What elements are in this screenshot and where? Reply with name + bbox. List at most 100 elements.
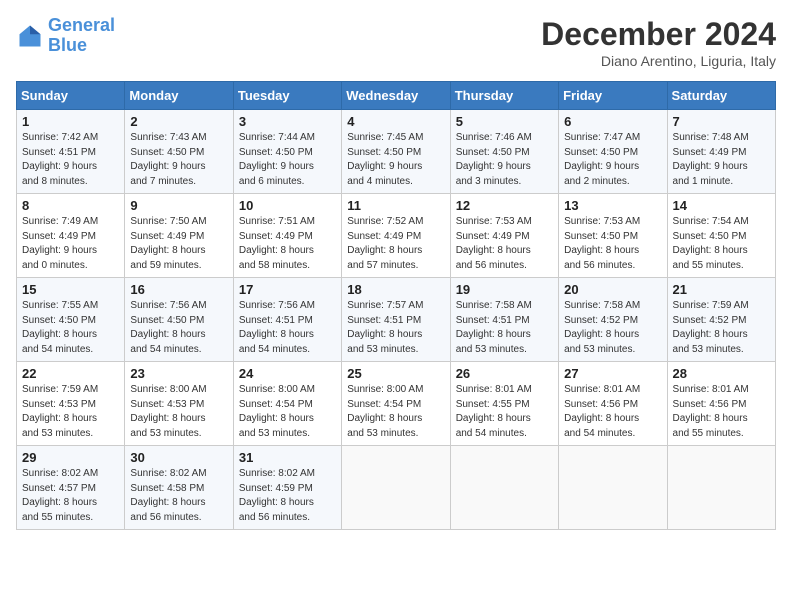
day-info: Sunrise: 8:00 AM Sunset: 4:54 PM Dayligh… [347, 383, 444, 441]
logo-text: General Blue [48, 16, 115, 56]
calendar-cell: 15 Sunrise: 7:55 AM Sunset: 4:50 PM Dayli… [17, 278, 125, 362]
day-info: Sunrise: 8:00 AM Sunset: 4:54 PM Dayligh… [239, 383, 336, 441]
day-info: Sunrise: 8:01 AM Sunset: 4:56 PM Dayligh… [673, 383, 770, 441]
calendar-cell [450, 446, 558, 530]
day-number: 20 [564, 282, 661, 297]
calendar-cell: 5 Sunrise: 7:46 AM Sunset: 4:50 PM Daylig… [450, 110, 558, 194]
weekday-header: Monday [125, 82, 233, 110]
day-info: Sunrise: 7:51 AM Sunset: 4:49 PM Dayligh… [239, 215, 336, 273]
day-number: 6 [564, 114, 661, 129]
calendar-cell: 26Sunrise: 8:01 AM Sunset: 4:55 PM Dayli… [450, 362, 558, 446]
calendar-week-row: 22 Sunrise: 7:59 AM Sunset: 4:53 PM Dayli… [17, 362, 776, 446]
day-number: 17 [239, 282, 336, 297]
calendar-week-row: 29 Sunrise: 8:02 AM Sunset: 4:57 PM Dayli… [17, 446, 776, 530]
weekday-header: Saturday [667, 82, 775, 110]
day-number: 12 [456, 198, 553, 213]
day-number: 29 [22, 450, 119, 465]
calendar-cell: 29 Sunrise: 8:02 AM Sunset: 4:57 PM Dayli… [17, 446, 125, 530]
calendar-cell: 14 Sunrise: 7:54 AM Sunset: 4:50 PM Dayli… [667, 194, 775, 278]
calendar-table: SundayMondayTuesdayWednesdayThursdayFrid… [16, 81, 776, 530]
calendar-cell: 17 Sunrise: 7:56 AM Sunset: 4:51 PM Dayli… [233, 278, 341, 362]
day-number: 18 [347, 282, 444, 297]
page-header: General Blue December 2024 Diano Arentin… [16, 16, 776, 69]
day-info: Sunrise: 7:50 AM Sunset: 4:49 PM Dayligh… [130, 215, 227, 273]
day-info: Sunrise: 7:46 AM Sunset: 4:50 PM Dayligh… [456, 131, 553, 189]
day-number: 25 [347, 366, 444, 381]
day-number: 22 [22, 366, 119, 381]
day-number: 1 [22, 114, 119, 129]
day-info: Sunrise: 7:59 AM Sunset: 4:53 PM Dayligh… [22, 383, 119, 441]
day-number: 13 [564, 198, 661, 213]
day-info: Sunrise: 8:02 AM Sunset: 4:57 PM Dayligh… [22, 467, 119, 525]
day-info: Sunrise: 7:53 AM Sunset: 4:49 PM Dayligh… [456, 215, 553, 273]
calendar-cell: 9 Sunrise: 7:50 AM Sunset: 4:49 PM Daylig… [125, 194, 233, 278]
calendar-cell: 22 Sunrise: 7:59 AM Sunset: 4:53 PM Dayli… [17, 362, 125, 446]
calendar-cell: 31 Sunrise: 8:02 AM Sunset: 4:59 PM Dayli… [233, 446, 341, 530]
day-info: Sunrise: 8:02 AM Sunset: 4:59 PM Dayligh… [239, 467, 336, 525]
day-number: 19 [456, 282, 553, 297]
calendar-cell: 27 Sunrise: 8:01 AM Sunset: 4:56 PM Dayli… [559, 362, 667, 446]
day-number: 15 [22, 282, 119, 297]
day-number: 2 [130, 114, 227, 129]
calendar-cell [667, 446, 775, 530]
day-info: Sunrise: 7:55 AM Sunset: 4:50 PM Dayligh… [22, 299, 119, 357]
day-number: 8 [22, 198, 119, 213]
day-number: 31 [239, 450, 336, 465]
day-info: Sunrise: 7:48 AM Sunset: 4:49 PM Dayligh… [673, 131, 770, 189]
logo-icon [16, 22, 44, 50]
day-info: Sunrise: 7:47 AM Sunset: 4:50 PM Dayligh… [564, 131, 661, 189]
calendar-cell: 16Sunrise: 7:56 AM Sunset: 4:50 PM Dayli… [125, 278, 233, 362]
calendar-cell: 24Sunrise: 8:00 AM Sunset: 4:54 PM Dayli… [233, 362, 341, 446]
calendar-cell: 3Sunrise: 7:44 AM Sunset: 4:50 PM Daylig… [233, 110, 341, 194]
day-info: Sunrise: 7:56 AM Sunset: 4:51 PM Dayligh… [239, 299, 336, 357]
day-info: Sunrise: 8:00 AM Sunset: 4:53 PM Dayligh… [130, 383, 227, 441]
calendar-cell: 10 Sunrise: 7:51 AM Sunset: 4:49 PM Dayli… [233, 194, 341, 278]
day-info: Sunrise: 7:53 AM Sunset: 4:50 PM Dayligh… [564, 215, 661, 273]
calendar-cell: 1 Sunrise: 7:42 AM Sunset: 4:51 PM Daylig… [17, 110, 125, 194]
calendar-cell: 23 Sunrise: 8:00 AM Sunset: 4:53 PM Dayli… [125, 362, 233, 446]
calendar-week-row: 1 Sunrise: 7:42 AM Sunset: 4:51 PM Daylig… [17, 110, 776, 194]
calendar-cell: 19 Sunrise: 7:58 AM Sunset: 4:51 PM Dayli… [450, 278, 558, 362]
day-number: 10 [239, 198, 336, 213]
day-number: 11 [347, 198, 444, 213]
calendar-week-row: 8 Sunrise: 7:49 AM Sunset: 4:49 PM Daylig… [17, 194, 776, 278]
calendar-cell: 20 Sunrise: 7:58 AM Sunset: 4:52 PM Dayli… [559, 278, 667, 362]
day-info: Sunrise: 7:49 AM Sunset: 4:49 PM Dayligh… [22, 215, 119, 273]
calendar-week-row: 15 Sunrise: 7:55 AM Sunset: 4:50 PM Dayli… [17, 278, 776, 362]
month-title: December 2024 [541, 16, 776, 53]
calendar-cell: 21 Sunrise: 7:59 AM Sunset: 4:52 PM Dayli… [667, 278, 775, 362]
day-number: 4 [347, 114, 444, 129]
day-number: 27 [564, 366, 661, 381]
calendar-cell [342, 446, 450, 530]
day-number: 5 [456, 114, 553, 129]
weekday-header: Friday [559, 82, 667, 110]
day-number: 23 [130, 366, 227, 381]
day-info: Sunrise: 7:42 AM Sunset: 4:51 PM Dayligh… [22, 131, 119, 189]
day-info: Sunrise: 7:59 AM Sunset: 4:52 PM Dayligh… [673, 299, 770, 357]
day-info: Sunrise: 8:01 AM Sunset: 4:56 PM Dayligh… [564, 383, 661, 441]
day-info: Sunrise: 7:44 AM Sunset: 4:50 PM Dayligh… [239, 131, 336, 189]
day-info: Sunrise: 7:45 AM Sunset: 4:50 PM Dayligh… [347, 131, 444, 189]
calendar-cell: 4 Sunrise: 7:45 AM Sunset: 4:50 PM Daylig… [342, 110, 450, 194]
day-number: 30 [130, 450, 227, 465]
day-number: 14 [673, 198, 770, 213]
weekday-header: Wednesday [342, 82, 450, 110]
calendar-cell: 11 Sunrise: 7:52 AM Sunset: 4:49 PM Dayli… [342, 194, 450, 278]
day-number: 9 [130, 198, 227, 213]
day-info: Sunrise: 7:58 AM Sunset: 4:52 PM Dayligh… [564, 299, 661, 357]
calendar-cell: 7Sunrise: 7:48 AM Sunset: 4:49 PM Daylig… [667, 110, 775, 194]
weekday-header-row: SundayMondayTuesdayWednesdayThursdayFrid… [17, 82, 776, 110]
calendar-cell [559, 446, 667, 530]
day-info: Sunrise: 7:58 AM Sunset: 4:51 PM Dayligh… [456, 299, 553, 357]
calendar-cell: 2Sunrise: 7:43 AM Sunset: 4:50 PM Daylig… [125, 110, 233, 194]
day-info: Sunrise: 7:52 AM Sunset: 4:49 PM Dayligh… [347, 215, 444, 273]
day-info: Sunrise: 8:02 AM Sunset: 4:58 PM Dayligh… [130, 467, 227, 525]
logo: General Blue [16, 16, 115, 56]
day-number: 21 [673, 282, 770, 297]
day-info: Sunrise: 7:54 AM Sunset: 4:50 PM Dayligh… [673, 215, 770, 273]
weekday-header: Tuesday [233, 82, 341, 110]
calendar-cell: 18 Sunrise: 7:57 AM Sunset: 4:51 PM Dayli… [342, 278, 450, 362]
calendar-cell: 8 Sunrise: 7:49 AM Sunset: 4:49 PM Daylig… [17, 194, 125, 278]
day-info: Sunrise: 7:57 AM Sunset: 4:51 PM Dayligh… [347, 299, 444, 357]
calendar-cell: 13 Sunrise: 7:53 AM Sunset: 4:50 PM Dayli… [559, 194, 667, 278]
